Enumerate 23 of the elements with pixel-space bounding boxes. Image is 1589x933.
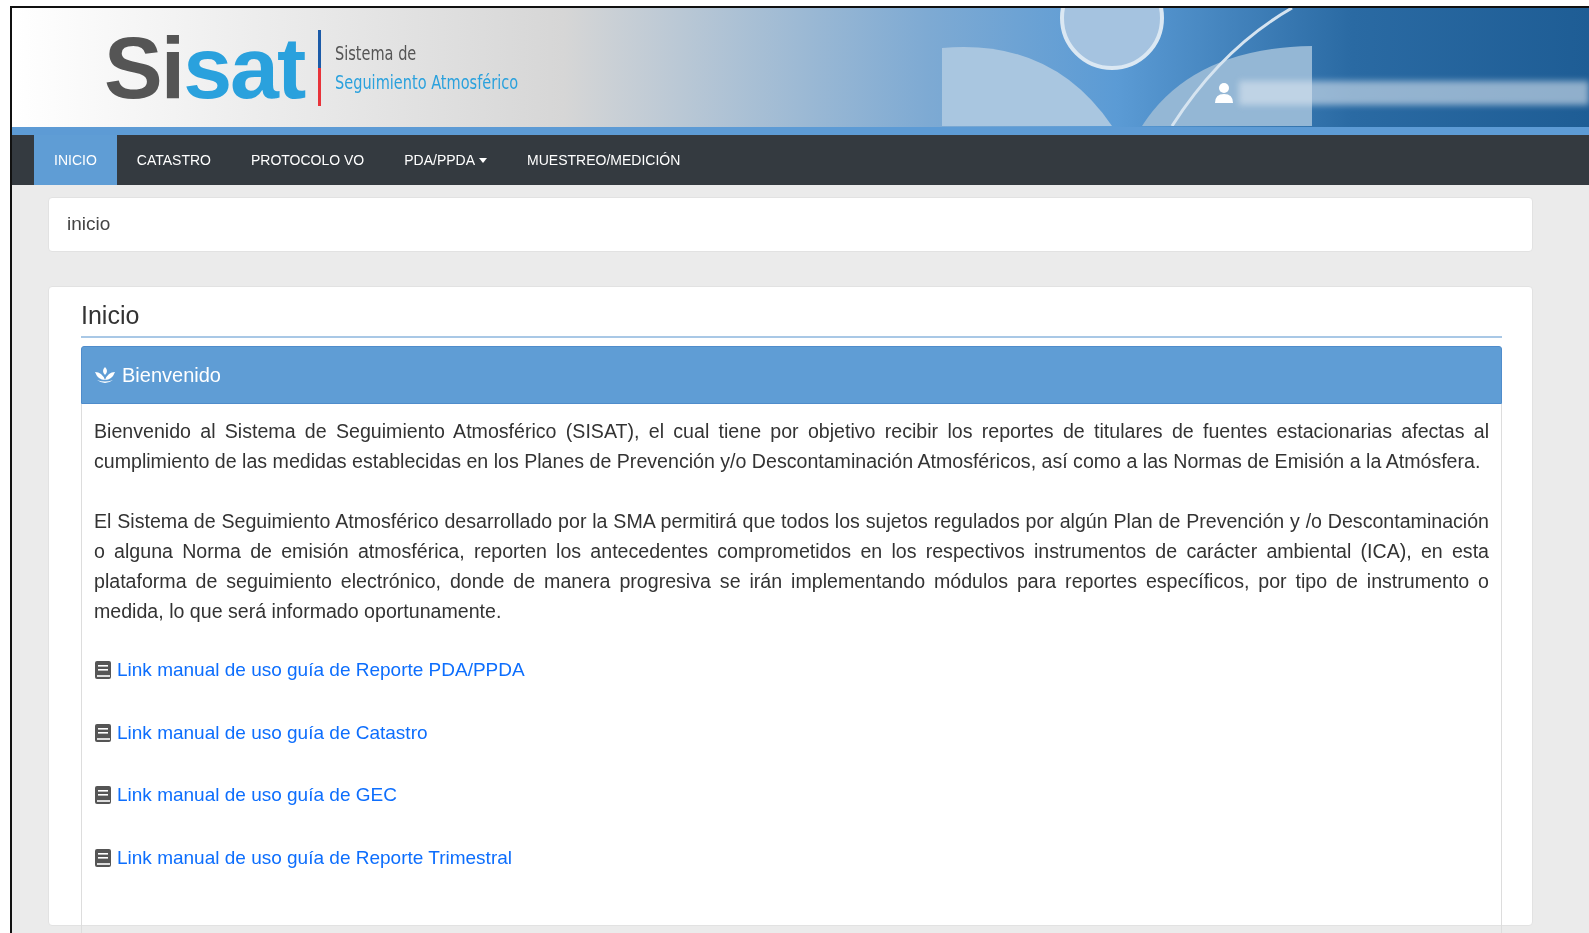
nav-tab[interactable]: MUESTREO/MEDICIÓN	[507, 135, 701, 185]
paragraph: El Sistema de Seguimiento Atmosférico desarrollado por la SMA permitirá que todos los sujetos regulados por algún Plan de Prevención y /o Descontaminación o alguna Norma de emisión atmosférica, reporten los antecedentes comprometidos en los respectivos instrumentos de carácter ambiental (ICA), en esta plataforma de seguimiento electrónico, donde de manera progresiva se irán implementando módulos para reportes específicos, por tipo de instrumento o medida, lo que será informado oportunamente.	[94, 509, 1489, 624]
book-icon	[94, 722, 112, 743]
panel-title: Bienvenido	[122, 363, 221, 388]
book-icon	[94, 847, 112, 868]
manual-link[interactable]: Link manual de uso guía de GEC	[117, 781, 397, 810]
manual-link[interactable]: Link manual de uso guía de Reporte PDA/PPDA	[117, 656, 525, 685]
manual-link[interactable]: Link manual de uso guía de Catastro	[117, 718, 428, 747]
book-icon	[94, 660, 112, 681]
logo-tagline: Sistema de	[335, 41, 418, 66]
logo: Sisat	[104, 23, 305, 112]
book-icon	[94, 785, 112, 806]
nav-tab[interactable]: INICIO	[34, 135, 117, 185]
user-icon	[1215, 82, 1233, 103]
page-title: Inicio	[81, 296, 1502, 338]
logo-tagline: Seguimiento Atmosférico	[335, 69, 519, 95]
paragraph: Bienvenido al Sistema de Seguimiento Atmosférico (SISAT), el cual tiene por objetivo recibir los reportes de titulares de fuentes estacionarias afectas al cumplimiento de las medidas establecidas en los Planes de Prevención y/o Descontaminación Atmosféricos, así como a las Normas de Emisión a la Atmósfera.	[94, 419, 1489, 474]
lotus-icon	[94, 366, 116, 384]
nav-tab[interactable]: PDA/PPDA	[384, 135, 508, 185]
breadcrumb: inicio	[48, 197, 1533, 252]
manual-link[interactable]: Link manual de uso guía de Reporte Trimestral	[117, 843, 512, 872]
nav-tab[interactable]: CATASTRO	[116, 135, 231, 185]
nav-tab[interactable]: PROTOCOLO VO	[230, 135, 385, 185]
